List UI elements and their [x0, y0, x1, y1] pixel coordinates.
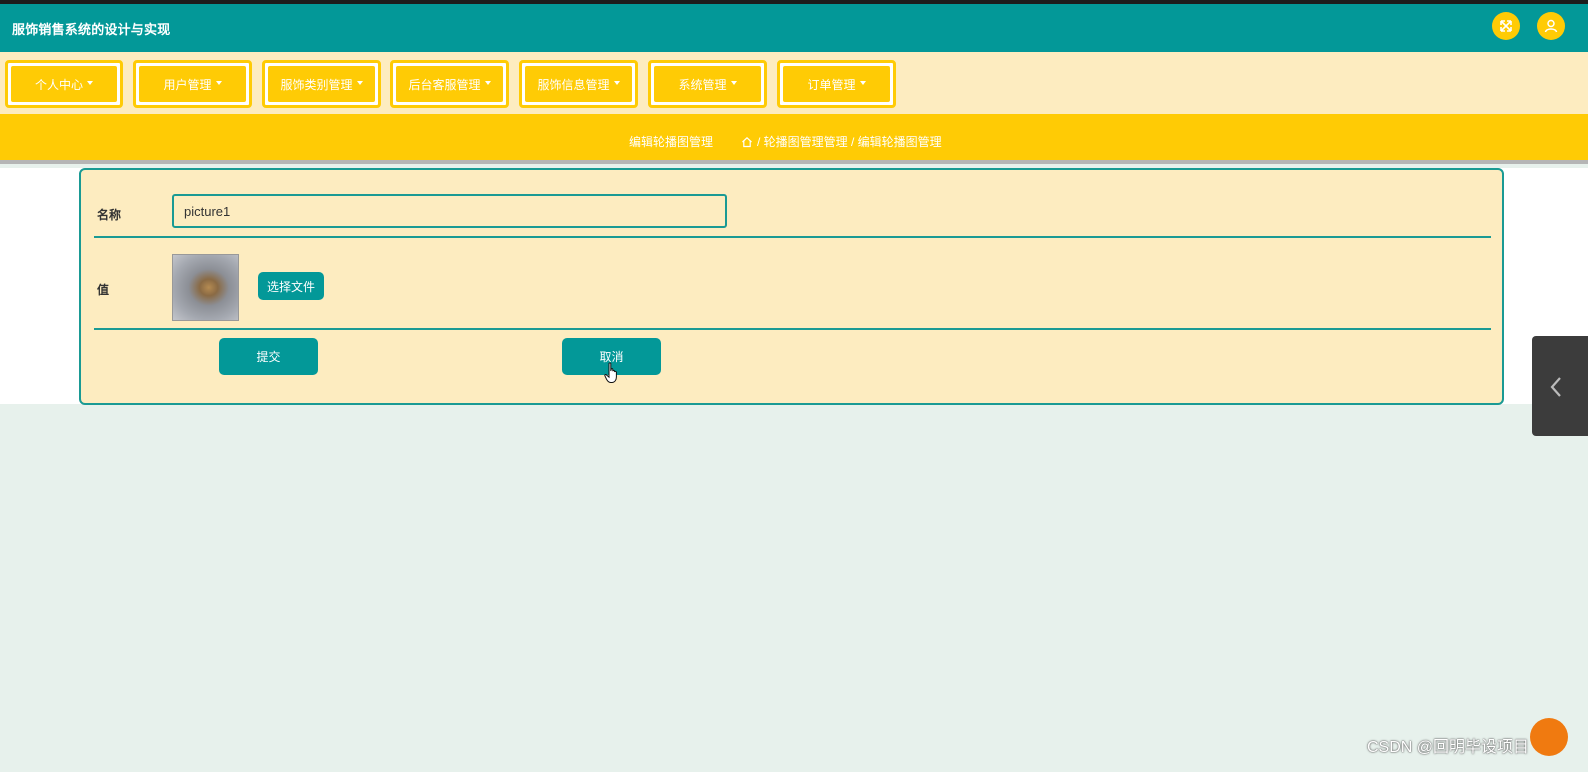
chevron-left-icon: [1550, 377, 1561, 397]
nav-item-label: 订单管理: [807, 77, 856, 92]
value-label: 值: [97, 283, 110, 297]
fullscreen-icon: [1500, 20, 1512, 32]
name-input[interactable]: [172, 194, 727, 228]
user-icon: [1544, 19, 1558, 33]
caret-down-icon: [730, 80, 737, 85]
caret-down-icon: [215, 80, 222, 85]
caret-down-icon: [356, 80, 363, 85]
page-title: 编辑轮播图管理: [629, 135, 714, 149]
floating-badge[interactable]: [1530, 718, 1568, 756]
app-title: 服饰销售系统的设计与实现: [12, 22, 171, 37]
caret-down-icon: [613, 80, 620, 85]
submit-button[interactable]: 提交: [219, 338, 318, 375]
nav-item-customer-service[interactable]: 后台客服管理: [390, 60, 509, 108]
breadcrumb-path[interactable]: / 轮播图管理管理 / 编辑轮播图管理: [757, 133, 942, 150]
image-preview: [172, 254, 239, 321]
nav-item-label: 个人中心: [34, 77, 83, 92]
watermark: CSDN @回明毕设项目: [1367, 739, 1530, 756]
breadcrumb: / 轮播图管理管理 / 编辑轮播图管理: [741, 133, 942, 150]
nav-item-label: 系统管理: [678, 77, 727, 92]
breadcrumb-bar: 编辑轮播图管理 / 轮播图管理管理 / 编辑轮播图管理: [0, 114, 1588, 164]
nav-item-label: 用户管理: [163, 77, 212, 92]
caret-down-icon: [87, 80, 93, 85]
row-divider: [94, 236, 1491, 238]
home-icon[interactable]: [741, 136, 753, 148]
nav-item-label: 后台客服管理: [408, 77, 481, 92]
main-nav: 个人中心 用户管理 服饰类别管理 后台客服管理 服饰信息管理 系统管理 订单管理: [0, 52, 1588, 114]
nav-item-label: 服饰信息管理: [537, 77, 610, 92]
side-drawer-toggle[interactable]: [1532, 336, 1588, 436]
choose-file-button[interactable]: 选择文件: [258, 272, 324, 300]
row-divider: [94, 328, 1491, 330]
app-header: 服饰销售系统的设计与实现: [0, 4, 1588, 52]
caret-down-icon: [484, 80, 491, 85]
nav-item-user-management[interactable]: 用户管理: [133, 60, 252, 108]
nav-item-personal-center[interactable]: 个人中心: [5, 60, 123, 108]
fullscreen-button[interactable]: [1492, 12, 1520, 40]
user-menu-button[interactable]: [1537, 12, 1565, 40]
nav-item-clothing-category[interactable]: 服饰类别管理: [262, 60, 381, 108]
nav-item-clothing-info[interactable]: 服饰信息管理: [519, 60, 638, 108]
name-label: 名称: [97, 208, 122, 222]
edit-form: 名称 值 选择文件 提交 取消: [79, 168, 1504, 405]
nav-item-label: 服饰类别管理: [280, 77, 353, 92]
nav-item-order-management[interactable]: 订单管理: [777, 60, 896, 108]
hand-cursor-icon: [604, 362, 617, 383]
nav-item-system-management[interactable]: 系统管理: [648, 60, 767, 108]
caret-down-icon: [859, 80, 866, 85]
